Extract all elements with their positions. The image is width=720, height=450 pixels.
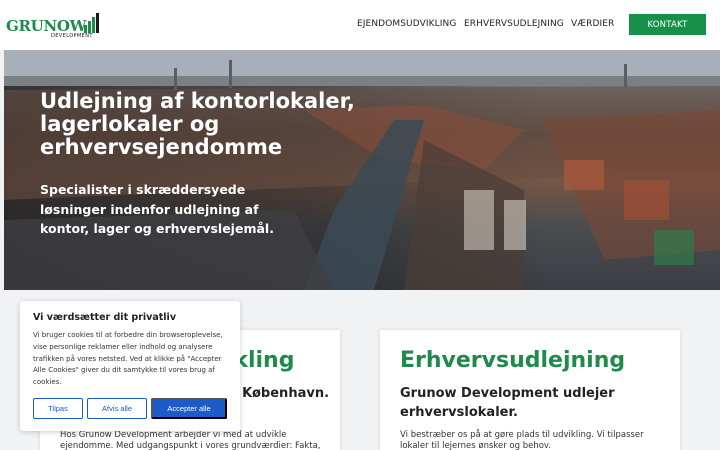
nav-item-erhvervsudlejning[interactable]: ERHVERVSUDLEJNING (464, 19, 564, 29)
nav-item-vaerdier[interactable]: VÆRDIER (571, 19, 614, 29)
cookie-title: Vi værdsætter dit privatliv (33, 312, 177, 323)
brand-sub: DEVELOPMENT (51, 33, 93, 39)
card-lead: Grunow Development udlejer erhvervslokal… (400, 386, 615, 420)
card-text: Vi bestræber os på at gøre plads til udv… (400, 430, 644, 450)
cookie-body: Vi bruger cookies til at forbedre din br… (33, 331, 223, 387)
hero-banner: Udlejning af kontorlokaler, lagerlokaler… (4, 50, 720, 290)
card-heading: Erhvervsudlejning (400, 348, 626, 373)
contact-button[interactable]: KONTAKT (629, 14, 706, 35)
cookie-consent-banner: Vi værdsætter dit privatliv Vi bruger co… (20, 301, 240, 431)
cookie-reject-button[interactable]: Afvis alle (87, 398, 147, 419)
cookie-customize-button[interactable]: Tilpas (33, 398, 83, 419)
card-erhvervsudlejning: Erhvervsudlejning Grunow Development udl… (380, 330, 680, 450)
page: GRUNOW DEVELOPMENT EJENDOMSUDVIKLING ERH… (0, 0, 720, 450)
hero-title: Udlejning af kontorlokaler, lagerlokaler… (40, 89, 355, 159)
logo-bars-icon (84, 13, 99, 33)
site-header: GRUNOW DEVELOPMENT EJENDOMSUDVIKLING ERH… (0, 0, 720, 50)
hero-city-image (4, 50, 720, 290)
cookie-accept-button[interactable]: Accepter alle (151, 398, 227, 419)
brand-logo[interactable]: GRUNOW DEVELOPMENT (6, 11, 99, 41)
nav-item-ejendomsudvikling[interactable]: EJENDOMSUDVIKLING (357, 19, 456, 29)
card-text: Hos Grunow Development arbejder vi med a… (60, 430, 321, 450)
hero-subtitle: Specialister i skræddersyede løsninger i… (40, 182, 274, 236)
